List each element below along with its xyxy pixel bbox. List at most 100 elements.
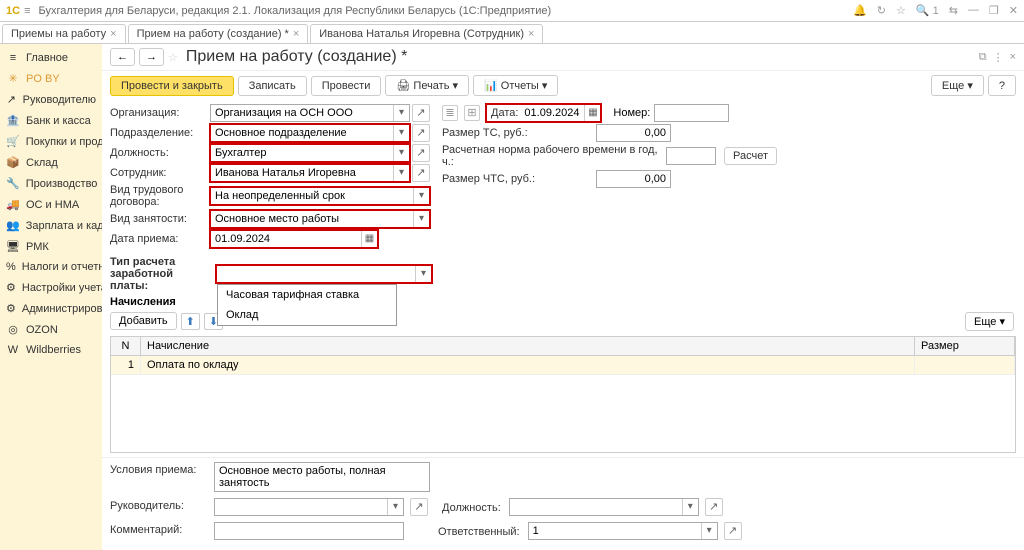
close-icon[interactable]: × xyxy=(293,28,299,40)
star-icon[interactable]: ☆ xyxy=(896,4,906,17)
rate-chts-input[interactable] xyxy=(596,170,671,188)
open-button[interactable]: ↗ xyxy=(412,104,430,122)
dd-hourly[interactable]: Часовая тарифная ставка xyxy=(218,285,396,305)
more-button[interactable]: Еще ▾ xyxy=(965,312,1014,331)
contract-label: Вид трудового договора: xyxy=(110,184,210,208)
open-button[interactable]: ↗ xyxy=(410,498,428,516)
nav-bank[interactable]: 🏦Банк и касса xyxy=(0,110,102,131)
nav-admin[interactable]: ⚙Администрирование xyxy=(0,298,102,319)
emptype-combo[interactable]: ▾ xyxy=(210,210,430,228)
sidebar: ≡Главное ✳PO BY ↗Руководителю 🏦Банк и ка… xyxy=(0,44,102,550)
tab-hires[interactable]: Приемы на работу× xyxy=(2,24,126,43)
pos-label: Должность: xyxy=(110,147,210,159)
date-input[interactable]: Дата: ▦ xyxy=(486,104,601,122)
number-input[interactable] xyxy=(654,104,729,122)
hamburger-icon[interactable]: ≡ xyxy=(24,5,30,17)
bank-icon: 🏦 xyxy=(6,114,20,127)
kebab-icon[interactable]: ⋮ xyxy=(993,51,1004,64)
posting-icon[interactable]: ⊞ xyxy=(464,105,480,121)
table-row[interactable]: 1 Оплата по окладу xyxy=(111,356,1015,375)
open-button[interactable]: ↗ xyxy=(412,164,430,182)
salary-type-label: Тип расчета заработной платы: xyxy=(110,256,210,292)
bell-icon[interactable]: 🔔 xyxy=(853,4,867,17)
chevron-down-icon[interactable]: ▾ xyxy=(393,125,409,141)
tab-hire-create[interactable]: Прием на работу (создание) *× xyxy=(128,24,309,43)
favorite-icon[interactable]: ☆ xyxy=(168,51,178,64)
close-icon[interactable]: × xyxy=(110,28,116,40)
pos-combo[interactable]: ▾ xyxy=(210,144,410,162)
org-combo[interactable]: ▾ xyxy=(210,104,410,122)
conditions-input[interactable]: Основное место работы, полная занятость xyxy=(214,462,430,492)
nav-settings[interactable]: ⚙Настройки учета xyxy=(0,277,102,298)
manager-combo[interactable]: ▾ xyxy=(214,498,404,516)
nav-tax[interactable]: %Налоги и отчетность xyxy=(0,257,102,277)
responsible-combo[interactable]: ▾ xyxy=(528,522,718,540)
nav-warehouse[interactable]: 📦Склад xyxy=(0,152,102,173)
reports-button[interactable]: 📊 Отчеты ▾ xyxy=(473,75,558,96)
open-button[interactable]: ↗ xyxy=(724,522,742,540)
toolbar: Провести и закрыть Записать Провести 🖨 П… xyxy=(102,71,1024,100)
rate-ts-input[interactable] xyxy=(596,124,671,142)
nav-sales[interactable]: 🛒Покупки и продажи xyxy=(0,131,102,152)
chevron-down-icon[interactable]: ▾ xyxy=(387,499,403,515)
calendar-icon[interactable]: ▦ xyxy=(361,231,377,247)
help-button[interactable]: ? xyxy=(988,75,1016,96)
emp-combo[interactable]: ▾ xyxy=(210,164,410,182)
back-button[interactable]: ← xyxy=(110,48,135,66)
norm-input[interactable] xyxy=(666,147,716,165)
more-button[interactable]: Еще ▾ xyxy=(931,75,984,96)
close-icon[interactable]: × xyxy=(1010,51,1016,64)
open-button[interactable]: ↗ xyxy=(412,124,430,142)
open-button[interactable]: ↗ xyxy=(705,498,723,516)
close-icon[interactable]: ✕ xyxy=(1009,4,1018,17)
chevron-down-icon[interactable]: ▾ xyxy=(393,165,409,181)
nav-rmk[interactable]: 🖥РМК xyxy=(0,236,102,257)
calendar-icon[interactable]: ▦ xyxy=(584,105,600,121)
hiredate-input[interactable]: ▦ xyxy=(210,230,378,248)
accruals-label: Начисления xyxy=(110,296,210,308)
search-icon[interactable]: 🔍 1 xyxy=(916,4,939,17)
settings-icon[interactable]: ⇆ xyxy=(949,4,958,17)
registry-icon[interactable]: ≣ xyxy=(442,105,458,121)
chevron-down-icon[interactable]: ▾ xyxy=(413,188,429,204)
box-icon: 📦 xyxy=(6,156,20,169)
dept-combo[interactable]: ▾ xyxy=(210,124,410,142)
chevron-down-icon[interactable]: ▾ xyxy=(413,211,429,227)
post-close-button[interactable]: Провести и закрыть xyxy=(110,76,234,96)
add-button[interactable]: Добавить xyxy=(110,312,177,330)
chevron-down-icon[interactable]: ▾ xyxy=(701,523,717,539)
write-button[interactable]: Записать xyxy=(238,76,307,96)
nav-production[interactable]: 🔧Производство xyxy=(0,173,102,194)
chevron-down-icon[interactable]: ▾ xyxy=(393,105,409,121)
minimize-icon[interactable]: — xyxy=(968,4,979,17)
post-button[interactable]: Провести xyxy=(311,76,382,96)
print-button[interactable]: 🖨 Печать ▾ xyxy=(385,75,469,96)
nav-assets[interactable]: 🚚ОС и НМА xyxy=(0,194,102,215)
move-up-icon[interactable]: ⬆ xyxy=(181,313,200,330)
position2-combo[interactable]: ▾ xyxy=(509,498,699,516)
nav-poby[interactable]: ✳PO BY xyxy=(0,68,102,89)
dept-label: Подразделение: xyxy=(110,127,210,139)
maximize-icon[interactable]: ❐ xyxy=(989,4,999,17)
nav-manager[interactable]: ↗Руководителю xyxy=(0,89,102,110)
forward-button[interactable]: → xyxy=(139,48,164,66)
salary-type-combo[interactable]: ▾ Часовая тарифная ставка Оклад xyxy=(216,265,432,283)
contract-combo[interactable]: ▾ xyxy=(210,187,430,205)
nav-ozon[interactable]: ◎OZON xyxy=(0,319,102,340)
dd-salary[interactable]: Оклад xyxy=(218,305,396,325)
open-button[interactable]: ↗ xyxy=(412,144,430,162)
cart-icon: 🛒 xyxy=(6,135,20,148)
close-icon[interactable]: × xyxy=(528,28,534,40)
chevron-down-icon[interactable]: ▾ xyxy=(415,266,431,282)
number-label: Номер: xyxy=(613,107,650,119)
tab-employee[interactable]: Иванова Наталья Игоревна (Сотрудник)× xyxy=(310,24,543,43)
chevron-down-icon[interactable]: ▾ xyxy=(393,145,409,161)
history-icon[interactable]: ↻ xyxy=(877,4,886,17)
comment-input[interactable] xyxy=(214,522,404,540)
link-icon[interactable]: ⧉ xyxy=(979,51,987,64)
nav-main[interactable]: ≡Главное xyxy=(0,48,102,68)
nav-wildberries[interactable]: WWildberries xyxy=(0,340,102,360)
nav-hr[interactable]: 👥Зарплата и кадры xyxy=(0,215,102,236)
chevron-down-icon[interactable]: ▾ xyxy=(682,499,698,515)
calc-button[interactable]: Расчет xyxy=(724,147,777,165)
